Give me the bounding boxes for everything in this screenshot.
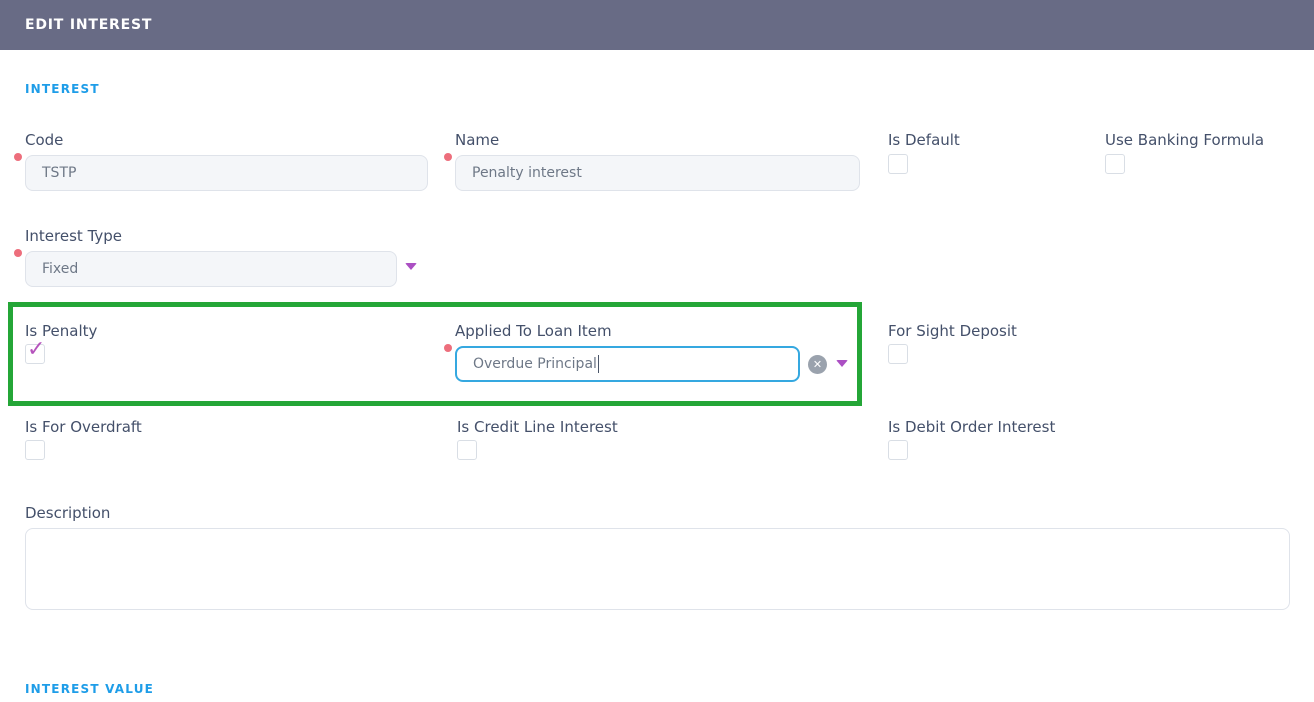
clear-circle-icon[interactable]: ✕ <box>808 355 827 374</box>
use-banking-formula-label: Use Banking Formula <box>1105 130 1264 150</box>
is-for-overdraft-checkbox[interactable] <box>25 440 45 460</box>
is-credit-line-interest-label: Is Credit Line Interest <box>457 417 618 437</box>
text-cursor <box>598 355 599 373</box>
name-required-dot <box>444 153 452 161</box>
interest-type-label: Interest Type <box>25 226 122 246</box>
applied-to-loan-item-value: Overdue Principal <box>473 356 597 372</box>
is-debit-order-interest-label: Is Debit Order Interest <box>888 417 1055 437</box>
section-heading-interest-value: INTEREST VALUE <box>25 682 154 696</box>
section-heading-interest: INTEREST <box>25 82 100 96</box>
interest-type-value: Fixed <box>42 261 78 277</box>
name-value: Penalty interest <box>472 165 582 181</box>
code-label: Code <box>25 130 63 150</box>
is-debit-order-interest-checkbox[interactable] <box>888 440 908 460</box>
applied-to-loan-item-required-dot <box>444 344 452 352</box>
interest-type-chevron-down-icon[interactable] <box>405 263 417 270</box>
page-title: EDIT INTEREST <box>25 17 152 33</box>
interest-type-required-dot <box>14 249 22 257</box>
is-default-checkbox[interactable] <box>888 154 908 174</box>
for-sight-deposit-label: For Sight Deposit <box>888 321 1017 341</box>
description-textarea[interactable] <box>25 528 1290 610</box>
interest-type-select[interactable]: Fixed <box>25 251 397 287</box>
clear-glyph: ✕ <box>813 355 822 374</box>
use-banking-formula-checkbox[interactable] <box>1105 154 1125 174</box>
for-sight-deposit-checkbox[interactable] <box>888 344 908 364</box>
code-required-dot <box>14 153 22 161</box>
code-input[interactable]: TSTP <box>25 155 428 191</box>
name-label: Name <box>455 130 499 150</box>
is-default-label: Is Default <box>888 130 960 150</box>
name-input[interactable]: Penalty interest <box>455 155 860 191</box>
applied-to-loan-item-chevron-down-icon[interactable] <box>836 360 848 367</box>
is-for-overdraft-label: Is For Overdraft <box>25 417 142 437</box>
edit-interest-form: EDIT INTEREST INTEREST Code TSTP Name Pe… <box>0 0 1314 702</box>
is-penalty-checkbox[interactable]: ✓ <box>25 344 45 364</box>
code-value: TSTP <box>42 165 76 181</box>
window-header: EDIT INTEREST <box>0 0 1314 50</box>
checkmark-icon: ✓ <box>27 337 45 363</box>
is-credit-line-interest-checkbox[interactable] <box>457 440 477 460</box>
applied-to-loan-item-label: Applied To Loan Item <box>455 321 612 341</box>
description-label: Description <box>25 503 110 523</box>
applied-to-loan-item-input[interactable]: Overdue Principal <box>455 346 800 382</box>
